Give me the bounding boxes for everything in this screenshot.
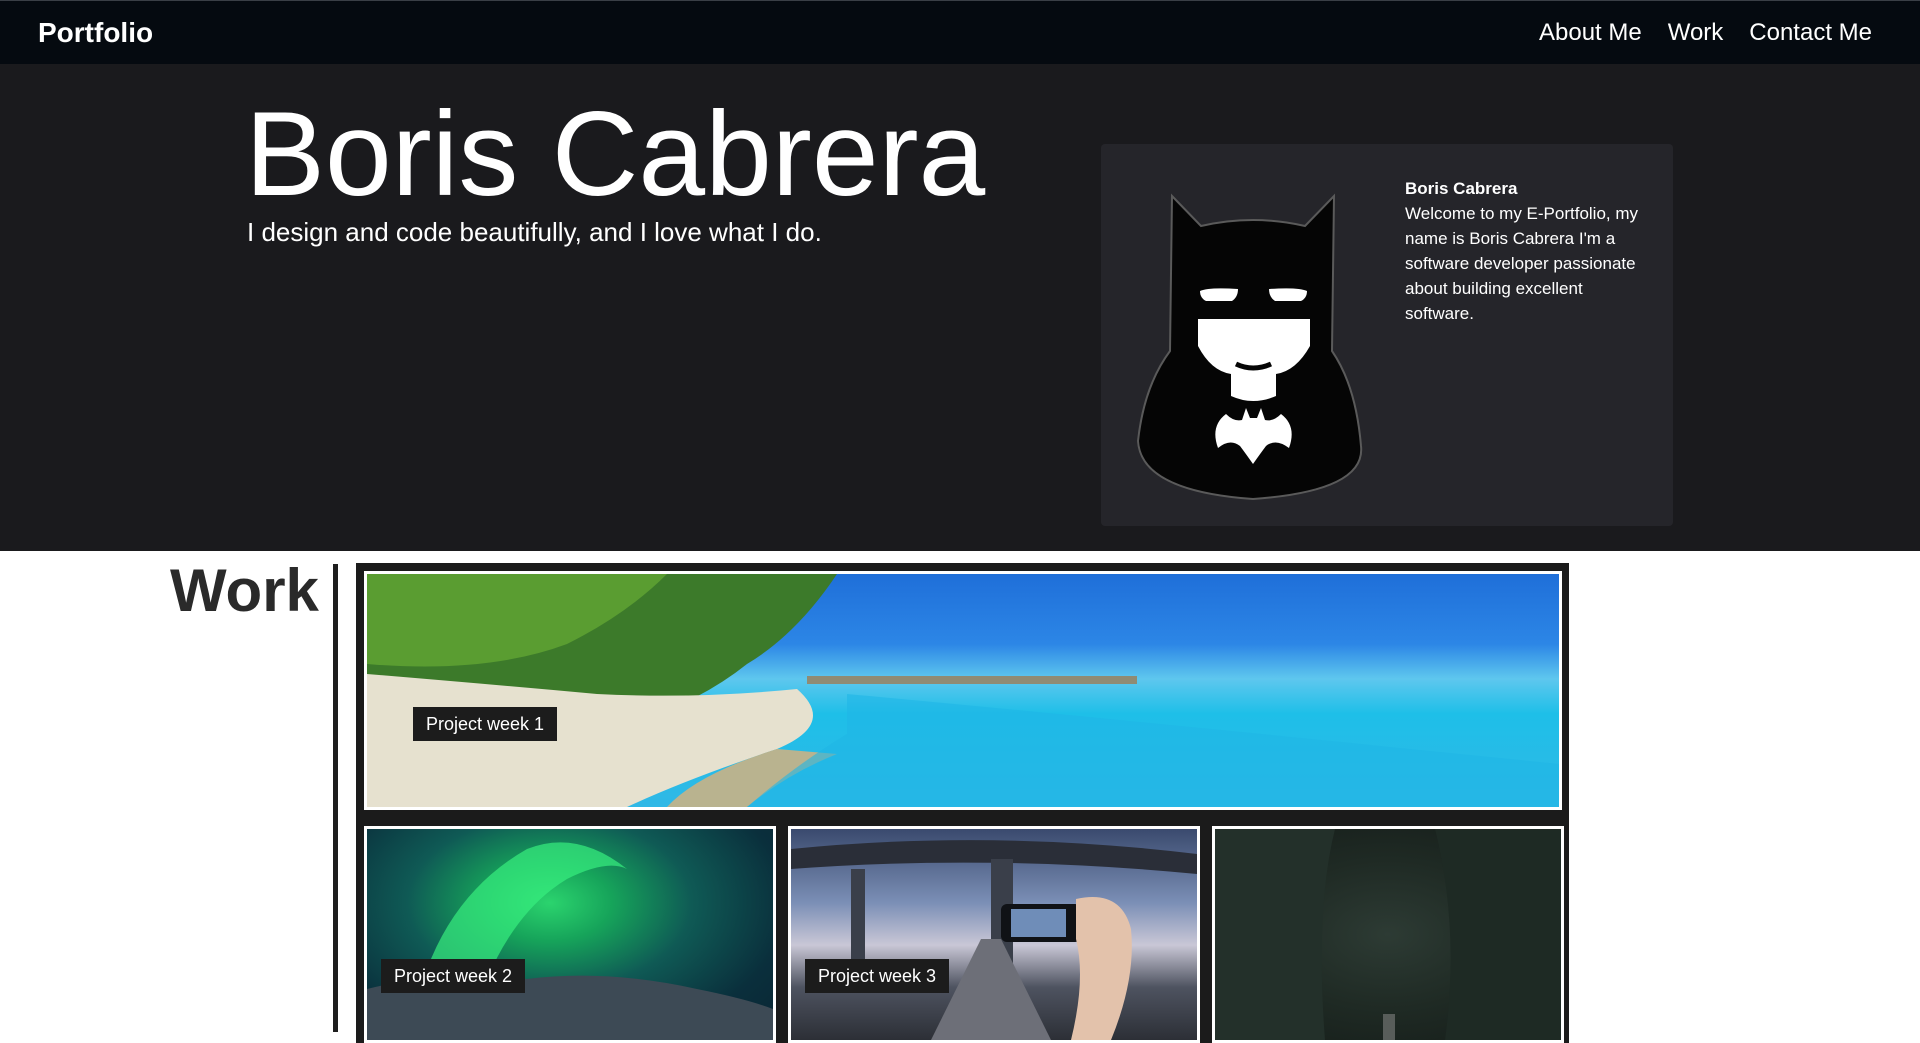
work-divider xyxy=(333,564,338,1032)
work-title: Work xyxy=(170,557,319,624)
nav-link-about[interactable]: About Me xyxy=(1539,17,1642,49)
hero-name: Boris Cabrera xyxy=(245,87,986,221)
project-tile-2[interactable]: Project week 2 xyxy=(364,826,776,1043)
project-tile-3[interactable]: Project week 3 xyxy=(788,826,1200,1043)
nav-links: About Me Work Contact Me xyxy=(1539,17,1872,49)
profile-text: Boris Cabrera Welcome to my E-Portfolio,… xyxy=(1405,176,1645,326)
nav-link-work[interactable]: Work xyxy=(1668,17,1724,49)
forest-image xyxy=(1215,829,1561,1040)
profile-card: Boris Cabrera Welcome to my E-Portfolio,… xyxy=(1101,144,1673,526)
navbar: Portfolio About Me Work Contact Me xyxy=(0,0,1920,64)
project-tile-4[interactable] xyxy=(1212,826,1564,1043)
work-gallery: Project week 1 Project week 2 Project we… xyxy=(356,563,1569,1043)
project-label-2: Project week 2 xyxy=(381,959,526,993)
profile-name: Boris Cabrera xyxy=(1405,179,1518,198)
bridge-image xyxy=(791,840,1197,1040)
beach-image xyxy=(367,574,1559,807)
brand-link[interactable]: Portfolio xyxy=(38,17,153,49)
project-label-3: Project week 3 xyxy=(805,959,950,993)
hero-section: Boris Cabrera I design and code beautifu… xyxy=(0,64,1920,551)
project-tile-1[interactable]: Project week 1 xyxy=(364,571,1562,810)
profile-bio: Welcome to my E-Portfolio, my name is Bo… xyxy=(1405,204,1639,323)
aurora-image xyxy=(367,842,773,1040)
nav-link-contact[interactable]: Contact Me xyxy=(1749,17,1872,49)
project-label-1: Project week 1 xyxy=(413,707,558,741)
batman-avatar-icon xyxy=(1136,193,1363,501)
hero-tagline: I design and code beautifully, and I lov… xyxy=(247,217,822,247)
